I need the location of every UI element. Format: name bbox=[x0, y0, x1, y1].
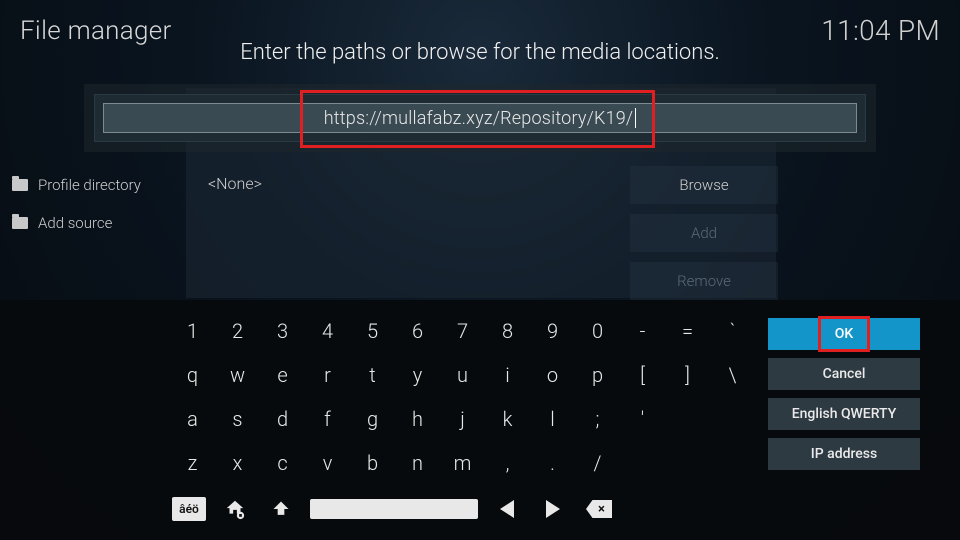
keyboard-row-1: 1234567890-=` bbox=[170, 312, 760, 350]
sidebar-item-label: Add source bbox=[38, 214, 112, 232]
url-input-value: https://mullafabz.xyz/Repository/K19/ bbox=[324, 108, 634, 129]
triangle-right-icon bbox=[546, 500, 560, 518]
key-6[interactable]: 6 bbox=[395, 312, 440, 350]
key-.[interactable]: . bbox=[530, 444, 575, 482]
triangle-left-icon bbox=[500, 500, 514, 518]
key-,[interactable]: , bbox=[485, 444, 530, 482]
ip-label: IP address bbox=[811, 446, 877, 462]
layout-button[interactable]: English QWERTY bbox=[768, 398, 920, 430]
key-\[interactable]: \ bbox=[710, 356, 755, 394]
key-w[interactable]: w bbox=[215, 356, 260, 394]
keyboard-side-actions: OK Cancel English QWERTY IP address bbox=[768, 318, 920, 470]
key-s[interactable]: s bbox=[215, 400, 260, 438]
remove-button[interactable]: Remove bbox=[630, 262, 778, 300]
keyboard-row-2: qwertyuiop[]\ bbox=[170, 356, 760, 394]
key-b[interactable]: b bbox=[350, 444, 395, 482]
sidebar-item-profile-directory[interactable]: Profile directory bbox=[12, 166, 177, 204]
key-x[interactable]: x bbox=[215, 444, 260, 482]
backspace-key[interactable]: × bbox=[582, 494, 616, 524]
key-=[interactable]: = bbox=[665, 312, 710, 350]
key-`[interactable]: ` bbox=[710, 312, 755, 350]
key-p[interactable]: p bbox=[575, 356, 620, 394]
remove-label: Remove bbox=[677, 272, 731, 290]
backspace-icon: × bbox=[586, 500, 612, 518]
key-l[interactable]: l bbox=[530, 400, 575, 438]
key-y[interactable]: y bbox=[395, 356, 440, 394]
accent-key-label: âéö bbox=[179, 502, 199, 516]
url-input[interactable]: https://mullafabz.xyz/Repository/K19/ bbox=[103, 103, 857, 133]
shift-icon bbox=[271, 499, 291, 519]
key-i[interactable]: i bbox=[485, 356, 530, 394]
key-7[interactable]: 7 bbox=[440, 312, 485, 350]
key-;[interactable]: ; bbox=[575, 400, 620, 438]
add-label: Add bbox=[691, 224, 717, 242]
key-d[interactable]: d bbox=[260, 400, 305, 438]
key-r[interactable]: r bbox=[305, 356, 350, 394]
browse-label: Browse bbox=[679, 176, 728, 194]
ok-button[interactable]: OK bbox=[768, 318, 920, 350]
shift-lock-key[interactable] bbox=[218, 494, 252, 524]
sidebar-item-add-source[interactable]: Add source bbox=[12, 204, 177, 242]
key-4[interactable]: 4 bbox=[305, 312, 350, 350]
folder-icon bbox=[12, 179, 28, 191]
keyboard-row-4: zxcvbnm,./ bbox=[170, 444, 760, 482]
key-q[interactable]: q bbox=[170, 356, 215, 394]
key-m[interactable]: m bbox=[440, 444, 485, 482]
source-action-column: Browse Add Remove bbox=[630, 166, 778, 300]
ok-label: OK bbox=[835, 326, 854, 342]
url-input-wrap: https://mullafabz.xyz/Repository/K19/ bbox=[94, 94, 866, 142]
key-n[interactable]: n bbox=[395, 444, 440, 482]
home-lock-icon bbox=[224, 498, 246, 520]
key-h[interactable]: h bbox=[395, 400, 440, 438]
onscreen-keyboard: 1234567890-=` qwertyuiop[]\ asdfghjkl;' … bbox=[170, 312, 760, 488]
key-g[interactable]: g bbox=[350, 400, 395, 438]
key-e[interactable]: e bbox=[260, 356, 305, 394]
keyboard-row-3: asdfghjkl;' bbox=[170, 400, 760, 438]
cursor-right-key[interactable] bbox=[536, 494, 570, 524]
keyboard-bottom-row: âéö × bbox=[172, 494, 616, 524]
key-3[interactable]: 3 bbox=[260, 312, 305, 350]
key-v[interactable]: v bbox=[305, 444, 350, 482]
key-j[interactable]: j bbox=[440, 400, 485, 438]
key-o[interactable]: o bbox=[530, 356, 575, 394]
key-c[interactable]: c bbox=[260, 444, 305, 482]
cancel-label: Cancel bbox=[823, 366, 866, 382]
key-5[interactable]: 5 bbox=[350, 312, 395, 350]
key-u[interactable]: u bbox=[440, 356, 485, 394]
key-z[interactable]: z bbox=[170, 444, 215, 482]
key-8[interactable]: 8 bbox=[485, 312, 530, 350]
cursor-left-key[interactable] bbox=[490, 494, 524, 524]
accent-key[interactable]: âéö bbox=[172, 497, 206, 521]
key-k[interactable]: k bbox=[485, 400, 530, 438]
ip-address-button[interactable]: IP address bbox=[768, 438, 920, 470]
sidebar-item-label: Profile directory bbox=[38, 176, 141, 194]
key-][interactable]: ] bbox=[665, 356, 710, 394]
key-/[interactable]: / bbox=[575, 444, 620, 482]
key-a[interactable]: a bbox=[170, 400, 215, 438]
spacebar-key[interactable] bbox=[310, 499, 478, 519]
key-'[interactable]: ' bbox=[620, 400, 665, 438]
folder-icon bbox=[12, 217, 28, 229]
key-1[interactable]: 1 bbox=[170, 312, 215, 350]
key-0[interactable]: 0 bbox=[575, 312, 620, 350]
key-f[interactable]: f bbox=[305, 400, 350, 438]
key-t[interactable]: t bbox=[350, 356, 395, 394]
sidebar: Profile directory Add source bbox=[12, 166, 177, 242]
source-none-label: <None> bbox=[208, 174, 262, 193]
cancel-button[interactable]: Cancel bbox=[768, 358, 920, 390]
key-2[interactable]: 2 bbox=[215, 312, 260, 350]
layout-label: English QWERTY bbox=[792, 406, 897, 422]
shift-key[interactable] bbox=[264, 494, 298, 524]
text-cursor bbox=[635, 108, 636, 128]
browse-button[interactable]: Browse bbox=[630, 166, 778, 204]
key-9[interactable]: 9 bbox=[530, 312, 575, 350]
add-button[interactable]: Add bbox=[630, 214, 778, 252]
dialog-prompt: Enter the paths or browse for the media … bbox=[0, 40, 960, 65]
key--[interactable]: - bbox=[620, 312, 665, 350]
key-[[interactable]: [ bbox=[620, 356, 665, 394]
